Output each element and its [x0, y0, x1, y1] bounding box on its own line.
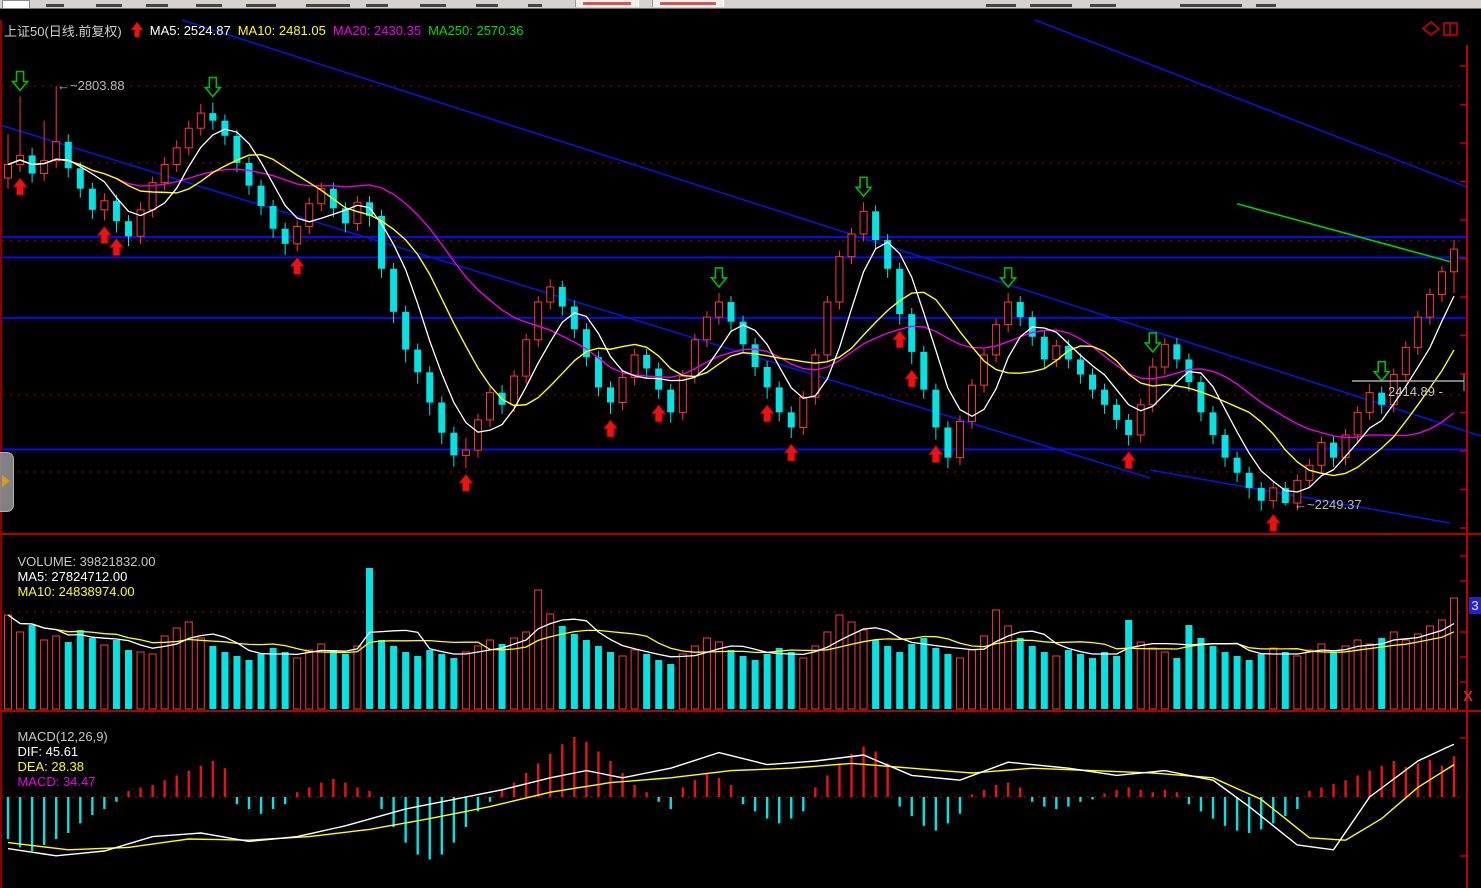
candlestick-series[interactable]: [5, 86, 1458, 511]
macd-dif: DIF: 45.61: [17, 744, 78, 759]
price-pane-legend: 上证50(日线.前复权) MA5: 2524.87 MA10: 2481.05 …: [4, 21, 530, 40]
sell-signal-arrows: [13, 71, 1390, 380]
pane-close-button[interactable]: X: [1463, 688, 1473, 705]
toolbar-glyph-stub[interactable]: [196, 4, 222, 7]
toolbar-glyph-stub[interactable]: [1180, 4, 1242, 7]
horizontal-support-lines[interactable]: [0, 237, 1466, 449]
right-axis: [1460, 45, 1467, 888]
macd-dea: DEA: 28.38: [17, 759, 84, 774]
top-toolbar: [0, 0, 1481, 9]
volume-ma5: MA5: 27824712.00: [17, 569, 127, 584]
toolbar-buy-button-stub[interactable]: [575, 0, 639, 7]
legend-ma250: MA250: 2570.36: [428, 23, 523, 38]
price-gridlines: [2, 86, 1466, 472]
legend-ma20: MA20: 2430.35: [333, 23, 421, 38]
volume-pane-legend: VOLUME: 39821832.00 MA5: 27824712.00 MA1…: [3, 539, 164, 614]
ma250-line: [1237, 204, 1454, 263]
trendlines[interactable]: [0, 20, 1481, 523]
toolbar-glyph-stub[interactable]: [1090, 4, 1116, 7]
toolbar-glyph-stub[interactable]: [46, 4, 64, 7]
high-price-label: ←~2803.88: [57, 78, 125, 93]
volume-ma10: MA10: 24838974.00: [17, 584, 134, 599]
toolbar-glyph-stub[interactable]: [986, 4, 1016, 7]
trading-app-window: 上证50(日线.前复权) MA5: 2524.87 MA10: 2481.05 …: [0, 0, 1481, 888]
chart-corner-buttons[interactable]: [1423, 22, 1457, 35]
toolbar-sell-button-stub[interactable]: [652, 0, 724, 7]
toolbar-glyph-stub[interactable]: [476, 4, 498, 7]
up-arrow-icon: [131, 22, 143, 40]
legend-ma10: MA10: 2481.05: [238, 23, 326, 38]
legend-ma5: MA5: 2524.87: [150, 23, 231, 38]
volume-scale-badge[interactable]: 3: [1469, 597, 1481, 614]
toolbar-glyph-stub[interactable]: [96, 4, 122, 7]
toolbar-glyph-stub[interactable]: [420, 4, 446, 7]
macd-title: MACD(12,26,9): [17, 729, 107, 744]
volume-ma10-line: [8, 615, 1454, 653]
chart-canvas[interactable]: [0, 0, 1481, 888]
toolbar-glyph-stub[interactable]: [146, 4, 168, 7]
toolbar-glyph-stub[interactable]: [1256, 4, 1276, 7]
toolbar-glyph-stub[interactable]: [528, 4, 542, 7]
toolbar-glyph-stub[interactable]: [366, 4, 388, 7]
diamond-tool-icon: [1423, 22, 1439, 35]
expand-right-icon: [2, 475, 10, 487]
toolbar-glyph-stub[interactable]: [306, 4, 350, 7]
macd-pane: [2, 737, 1466, 859]
volume-bars[interactable]: [5, 568, 1458, 709]
volume-pane: [2, 568, 1466, 709]
toolbar-input-stub[interactable]: [2, 0, 30, 9]
volume-value: VOLUME: 39821832.00: [17, 554, 155, 569]
toolbar-glyph-stub[interactable]: [246, 4, 276, 7]
window-split-icon: [1444, 23, 1457, 35]
macd-value: MACD: 34.47: [17, 774, 95, 789]
macd-pane-legend: MACD(12,26,9) DIF: 45.61 DEA: 28.38 MACD…: [3, 714, 116, 804]
low-price-label: ←~2249.37: [1294, 497, 1362, 512]
sidebar-expander-tab[interactable]: [0, 452, 14, 512]
current-price-label: 2414.89 -: [1388, 384, 1443, 399]
symbol-title: 上证50(日线.前复权): [4, 21, 122, 40]
toolbar-glyph-stub[interactable]: [1030, 4, 1072, 7]
price-pane: [0, 20, 1481, 531]
